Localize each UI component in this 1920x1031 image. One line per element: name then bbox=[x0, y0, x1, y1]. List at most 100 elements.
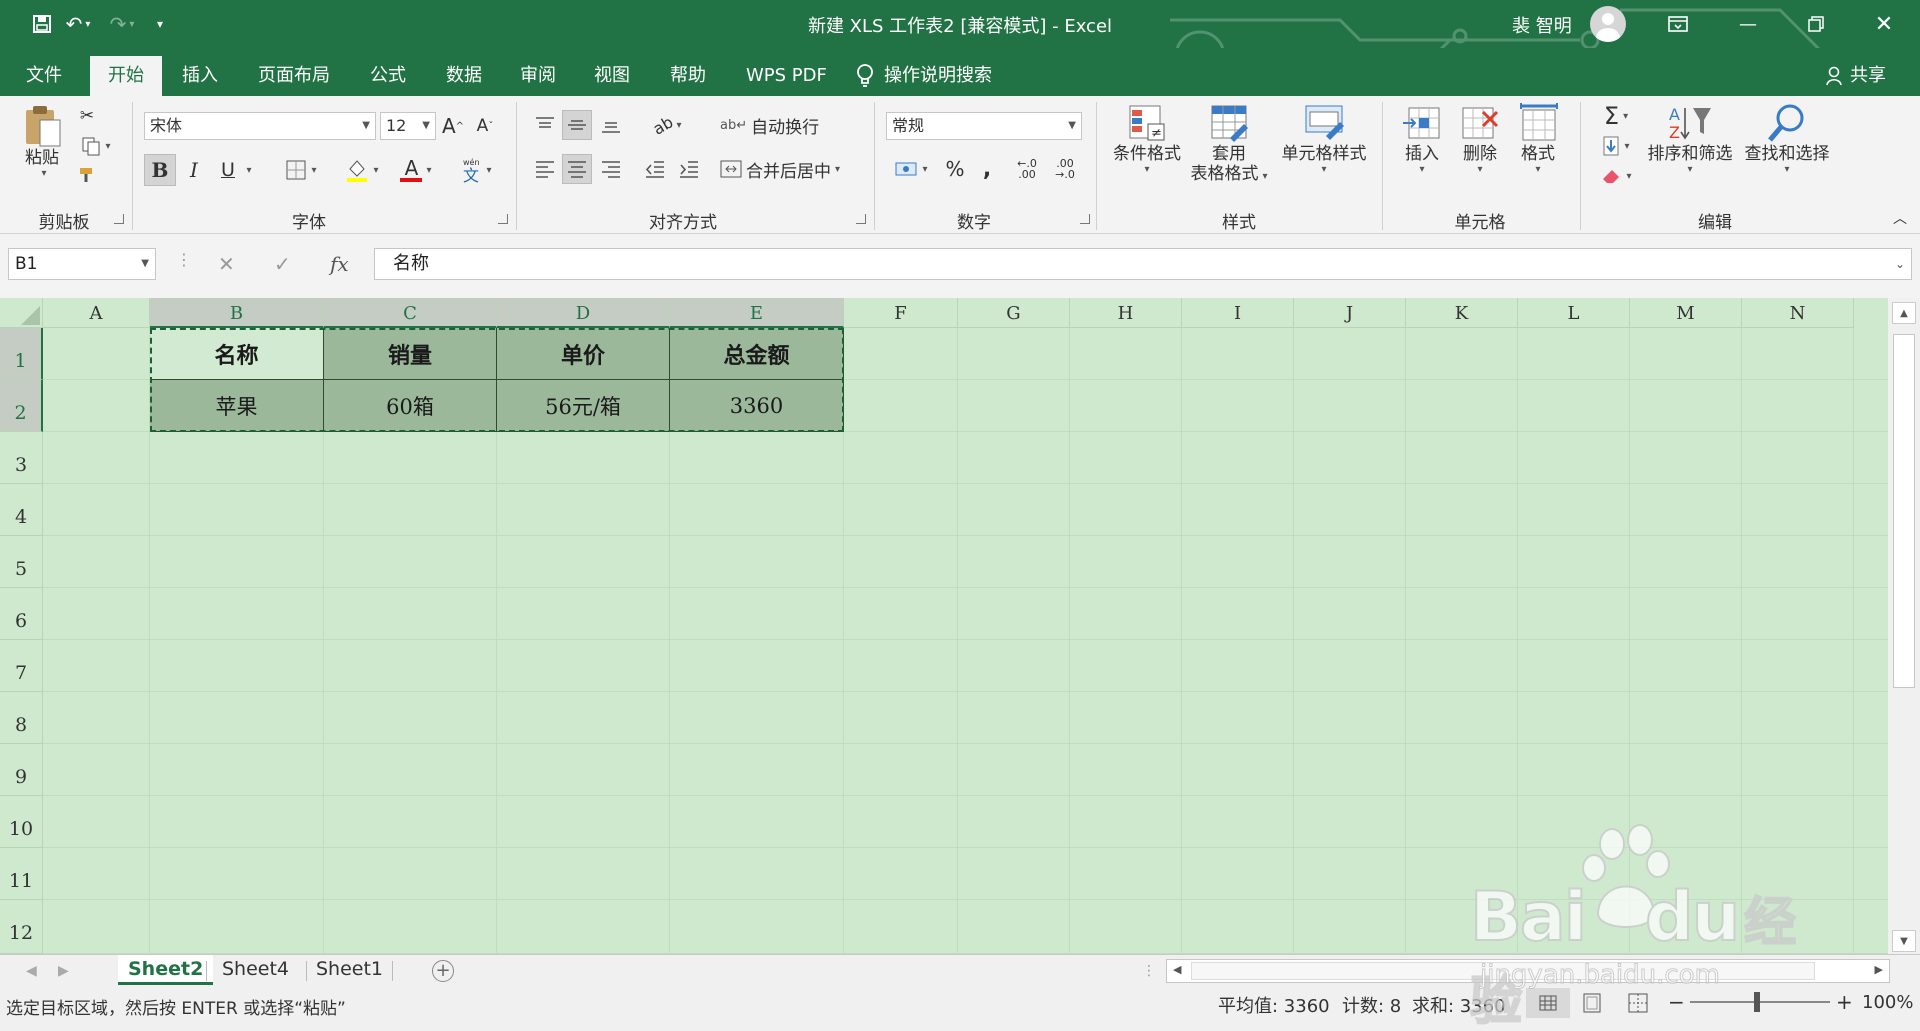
tab-split-grip-icon[interactable]: ⋮ bbox=[1142, 963, 1156, 979]
column-header-a[interactable]: A bbox=[43, 298, 150, 328]
italic-button[interactable]: I bbox=[180, 154, 208, 186]
tab-file[interactable]: 文件 bbox=[8, 56, 80, 96]
undo-icon[interactable]: ↶ ▾ bbox=[60, 12, 96, 36]
cancel-entry-icon[interactable]: ✕ bbox=[218, 252, 235, 276]
row-header-8[interactable]: 8 bbox=[0, 692, 43, 744]
tab-insert[interactable]: 插入 bbox=[164, 56, 236, 96]
format-painter-icon[interactable] bbox=[74, 164, 100, 188]
cell-d2[interactable]: 56元/箱 bbox=[497, 380, 670, 432]
user-name[interactable]: 裴 智明 bbox=[1512, 12, 1572, 38]
avatar[interactable] bbox=[1590, 6, 1626, 42]
column-header-g[interactable]: G bbox=[958, 298, 1070, 328]
scroll-right-icon[interactable]: ▶ bbox=[1875, 963, 1883, 976]
accounting-format-button[interactable]: ▾ bbox=[886, 154, 936, 184]
align-top-icon[interactable] bbox=[530, 110, 560, 140]
tell-me-search[interactable]: 操作说明搜索 bbox=[856, 56, 992, 96]
tab-formulas[interactable]: 公式 bbox=[352, 56, 424, 96]
row-header-4[interactable]: 4 bbox=[0, 484, 43, 536]
column-header-d[interactable]: D bbox=[497, 298, 670, 328]
zoom-out-icon[interactable]: − bbox=[1668, 990, 1685, 1014]
align-middle-icon[interactable] bbox=[562, 110, 592, 140]
column-header-f[interactable]: F bbox=[844, 298, 958, 328]
align-right-icon[interactable] bbox=[596, 154, 626, 184]
column-header-b[interactable]: B bbox=[150, 298, 324, 328]
cell-b1[interactable]: 名称 bbox=[150, 328, 324, 380]
column-header-i[interactable]: I bbox=[1182, 298, 1294, 328]
ribbon-display-options-icon[interactable] bbox=[1658, 10, 1698, 38]
row-header-1[interactable]: 1 bbox=[0, 328, 43, 380]
tab-wps-pdf[interactable]: WPS PDF bbox=[728, 56, 845, 96]
delete-cells-button[interactable]: 删除 ▾ bbox=[1452, 102, 1508, 202]
column-header-h[interactable]: H bbox=[1070, 298, 1182, 328]
row-header-11[interactable]: 11 bbox=[0, 848, 43, 900]
find-select-button[interactable]: 查找和选择 ▾ bbox=[1740, 102, 1834, 202]
scroll-down-icon[interactable]: ▼ bbox=[1892, 930, 1916, 952]
zoom-in-icon[interactable]: + bbox=[1836, 990, 1853, 1014]
increase-font-icon[interactable]: A ^ bbox=[440, 112, 466, 140]
sheet-tab-sheet1[interactable]: Sheet1 bbox=[306, 955, 393, 985]
cell-d1[interactable]: 单价 bbox=[497, 328, 670, 380]
cut-icon[interactable]: ✂ bbox=[74, 104, 100, 128]
align-left-icon[interactable] bbox=[530, 154, 560, 184]
autosum-icon[interactable]: Σ ▾ bbox=[1596, 102, 1636, 130]
page-break-view-icon[interactable] bbox=[1626, 992, 1650, 1019]
spreadsheet-grid[interactable]: ABCDEFGHIJKLMN 1 2 3 4 5 6 7 8 9 10 11 12 名称 销量 单价 … bbox=[0, 298, 1920, 954]
align-bottom-icon[interactable] bbox=[596, 110, 626, 140]
cell-e2[interactable]: 3360 bbox=[670, 380, 844, 432]
column-header-e[interactable]: E bbox=[670, 298, 844, 328]
orientation-button[interactable]: ab ▾ bbox=[644, 110, 690, 140]
tab-help[interactable]: 帮助 bbox=[652, 56, 724, 96]
percent-button[interactable]: % bbox=[940, 154, 970, 184]
name-box[interactable]: B1 ▼ bbox=[8, 248, 156, 280]
phonetic-guide-button[interactable]: wén 文 ▾ bbox=[452, 154, 500, 186]
vertical-scroll-thumb[interactable] bbox=[1893, 334, 1915, 688]
sheet-tab-sheet2[interactable]: Sheet2 bbox=[118, 955, 214, 985]
increase-decimal-icon[interactable]: ←.0.00 bbox=[1010, 154, 1044, 184]
decrease-indent-icon[interactable] bbox=[640, 154, 670, 184]
align-center-icon[interactable] bbox=[562, 154, 592, 184]
restore-icon[interactable] bbox=[1796, 10, 1836, 38]
format-as-table-button[interactable]: 套用 表格格式 ▾ bbox=[1186, 102, 1272, 202]
column-header-n[interactable]: N bbox=[1742, 298, 1854, 328]
number-format-select[interactable]: 常规 ▼ bbox=[886, 112, 1082, 140]
zoom-slider-thumb[interactable] bbox=[1754, 992, 1760, 1012]
comma-button[interactable]: , bbox=[974, 154, 1000, 184]
row-header-5[interactable]: 5 bbox=[0, 536, 43, 588]
scroll-left-icon[interactable]: ◀ bbox=[1173, 963, 1181, 976]
tab-view[interactable]: 视图 bbox=[576, 56, 648, 96]
horizontal-scrollbar[interactable]: ◀ ▶ bbox=[1166, 959, 1890, 983]
scroll-up-icon[interactable]: ▲ bbox=[1892, 302, 1916, 324]
column-header-k[interactable]: K bbox=[1406, 298, 1518, 328]
formula-input[interactable]: 名称 ⌄ bbox=[374, 248, 1912, 280]
sheet-prev-icon[interactable]: ◀ bbox=[26, 963, 37, 979]
cell-e1[interactable]: 总金额 bbox=[670, 328, 844, 380]
sheet-next-icon[interactable]: ▶ bbox=[58, 963, 69, 979]
horizontal-scroll-thumb[interactable] bbox=[1191, 962, 1815, 980]
cell-c1[interactable]: 销量 bbox=[324, 328, 497, 380]
row-header-12[interactable]: 12 bbox=[0, 900, 43, 954]
merge-center-button[interactable]: 合并后居中 ▾ bbox=[720, 154, 862, 184]
font-color-button[interactable]: A ▾ bbox=[392, 154, 440, 186]
format-cells-button[interactable]: 格式 ▾ bbox=[1510, 102, 1566, 202]
alignment-launcher-icon[interactable] bbox=[856, 214, 866, 224]
sort-filter-button[interactable]: AZ 排序和筛选 ▾ bbox=[1644, 102, 1736, 202]
normal-view-icon[interactable] bbox=[1526, 988, 1570, 1018]
redo-icon[interactable]: ↷ ▾ bbox=[104, 12, 140, 36]
zoom-level[interactable]: 100% bbox=[1862, 992, 1913, 1013]
customize-qat-icon[interactable]: ▾ bbox=[150, 12, 170, 36]
close-icon[interactable]: ✕ bbox=[1864, 10, 1904, 38]
clear-icon[interactable]: ▾ bbox=[1596, 162, 1636, 190]
bold-button[interactable]: B bbox=[144, 154, 176, 186]
paste-button[interactable]: 粘贴 ▾ bbox=[14, 104, 70, 204]
fill-color-button[interactable]: ▾ bbox=[338, 154, 386, 186]
cell-b2[interactable]: 苹果 bbox=[150, 380, 324, 432]
sheet-tab-sheet4[interactable]: Sheet4 bbox=[212, 955, 299, 985]
tab-home[interactable]: 开始 bbox=[90, 56, 162, 96]
column-header-j[interactable]: J bbox=[1294, 298, 1406, 328]
conditional-formatting-button[interactable]: ≠ 条件格式 ▾ bbox=[1106, 102, 1188, 202]
underline-dropdown-icon[interactable]: ▾ bbox=[242, 154, 256, 186]
row-header-7[interactable]: 7 bbox=[0, 640, 43, 692]
column-header-l[interactable]: L bbox=[1518, 298, 1630, 328]
fill-icon[interactable]: ▾ bbox=[1596, 132, 1636, 160]
zoom-slider[interactable] bbox=[1690, 1001, 1830, 1003]
